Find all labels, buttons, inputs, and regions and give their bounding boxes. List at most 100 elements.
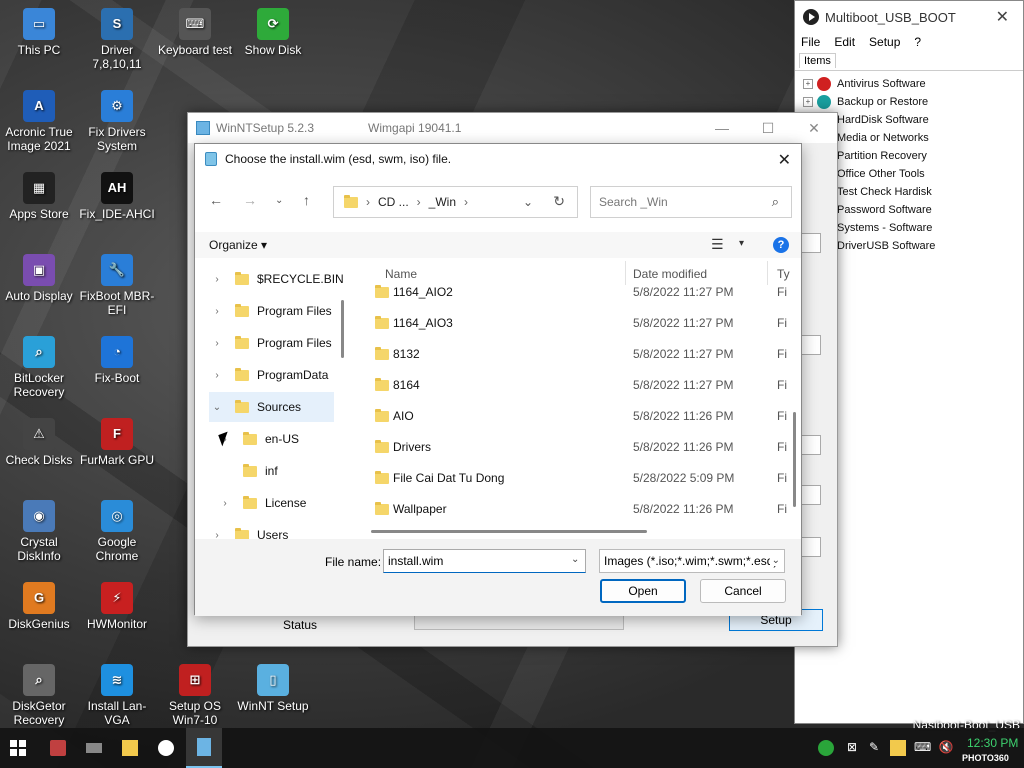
multiboot-close-icon[interactable]: ✕: [996, 7, 1009, 27]
windows-start-icon[interactable]: [10, 740, 26, 756]
breadcrumb-cd[interactable]: CD ...: [378, 195, 409, 209]
desktop-icon[interactable]: ▯ WinNT Setup: [234, 664, 312, 713]
tray-volume-icon[interactable]: 🔇: [938, 740, 954, 756]
nav-item[interactable]: inf: [217, 456, 278, 486]
desktop-icon[interactable]: ⌕ BitLocker Recovery: [0, 336, 78, 399]
cancel-button[interactable]: Cancel: [700, 579, 786, 603]
chevron-icon[interactable]: ⌄: [209, 402, 225, 413]
tab-items[interactable]: Items: [799, 53, 836, 68]
recent-locations-icon[interactable]: ⌄: [275, 195, 283, 206]
file-row[interactable]: 1164_AIO3 5/8/2022 11:27 PM Fi: [351, 308, 791, 339]
desktop-icon[interactable]: ◎ Google Chrome: [78, 500, 156, 563]
navigation-scrollbar[interactable]: [341, 300, 344, 358]
desktop-icon[interactable]: ▭ This PC: [0, 8, 78, 57]
file-list-vertical-scrollbar[interactable]: [793, 412, 796, 507]
winntsetup-titlebar[interactable]: WinNTSetup 5.2.3 Wimgapi 19041.1 — ☐ ✕: [188, 113, 837, 143]
desktop-icon[interactable]: ◉ Crystal DiskInfo: [0, 500, 78, 563]
nav-item[interactable]: › Users: [209, 520, 288, 540]
file-row[interactable]: AIO 5/8/2022 11:26 PM Fi: [351, 401, 791, 432]
file-row[interactable]: Wallpaper 5/8/2022 11:26 PM Fi: [351, 494, 791, 525]
view-options-icon[interactable]: ☰: [711, 236, 724, 253]
tray-tool-icon[interactable]: ✎: [866, 740, 882, 756]
expand-icon[interactable]: +: [803, 79, 813, 89]
navigation-pane: › $RECYCLE.BIN › Program Files › Program File…: [209, 264, 349, 540]
tree-item[interactable]: + Backup or Restore: [803, 93, 1021, 111]
dialog-close-icon[interactable]: ✕: [778, 150, 791, 170]
nav-item[interactable]: › Program Files: [209, 296, 332, 326]
filetype-select[interactable]: Images (*.iso;*.wim;*.swm;*.esd) ⌄: [599, 549, 785, 573]
desktop-icon[interactable]: ▦ Apps Store: [0, 172, 78, 221]
nav-item[interactable]: › $RECYCLE.BIN: [209, 264, 344, 294]
media-player-icon[interactable]: [158, 740, 174, 756]
nav-item[interactable]: › License: [217, 488, 306, 518]
menu-edit[interactable]: Edit: [834, 35, 855, 51]
nav-item[interactable]: › ProgramData: [209, 360, 328, 390]
desktop-icon-label: Apps Store: [9, 207, 69, 221]
maximize-icon[interactable]: ☐: [745, 113, 791, 143]
file-row[interactable]: File Cai Dat Tu Dong 5/28/2022 5:09 PM Fi: [351, 463, 791, 494]
up-arrow-icon[interactable]: ↑: [303, 192, 310, 208]
chevron-icon[interactable]: ›: [209, 274, 225, 285]
file-list-horizontal-scrollbar[interactable]: [371, 530, 647, 533]
desktop-icon[interactable]: G DiskGenius: [0, 582, 78, 631]
expand-icon[interactable]: +: [803, 97, 813, 107]
desktop-icon[interactable]: ⚠ Check Disks: [0, 418, 78, 467]
tree-item-label: Partition Recovery: [837, 150, 927, 162]
file-explorer-icon[interactable]: [122, 740, 138, 756]
tray-network-icon[interactable]: ⊠: [844, 740, 860, 756]
file-row[interactable]: Drivers 5/8/2022 11:26 PM Fi: [351, 432, 791, 463]
keyboard-icon[interactable]: [86, 743, 102, 753]
file-row[interactable]: 8164 5/8/2022 11:27 PM Fi: [351, 370, 791, 401]
view-dropdown-icon[interactable]: ▾: [739, 238, 744, 249]
desktop-icon[interactable]: F FurMark GPU: [78, 418, 156, 467]
minimize-icon[interactable]: —: [699, 113, 745, 143]
chevron-icon[interactable]: ›: [209, 370, 225, 381]
address-bar[interactable]: › CD ... › _Win › ⌄ ↻: [333, 186, 578, 218]
desktop-icon[interactable]: ≋ Install Lan-VGA: [78, 664, 156, 727]
desktop-icon[interactable]: ▣ Auto Display: [0, 254, 78, 303]
refresh-icon[interactable]: ↻: [553, 193, 565, 210]
desktop-icon[interactable]: ⚡ HWMonitor: [78, 582, 156, 631]
menu-setup[interactable]: Setup: [869, 35, 900, 51]
close-icon[interactable]: ✕: [791, 113, 837, 143]
winntsetup-taskbar-button[interactable]: [186, 728, 222, 768]
taskbar-app1-icon[interactable]: [50, 740, 66, 756]
nav-item[interactable]: ⌄ Sources: [209, 392, 334, 422]
search-box[interactable]: Search _Win ⌕: [590, 186, 792, 218]
desktop-icon[interactable]: 🔧 FixBoot MBR-EFI: [78, 254, 156, 317]
desktop-icon[interactable]: ⟳ Show Disk: [234, 8, 312, 57]
tray-folder-icon[interactable]: [890, 740, 906, 756]
desktop-icon[interactable]: ⌨ Keyboard test: [156, 8, 234, 57]
desktop-icon[interactable]: ◔ Fix-Boot: [78, 336, 156, 385]
desktop-icon[interactable]: ⚙ Fix Drivers System: [78, 90, 156, 153]
desktop-icon[interactable]: A Acronic True Image 2021: [0, 90, 78, 153]
address-dropdown-icon[interactable]: ⌄: [523, 195, 533, 209]
file-row[interactable]: 1164_AIO2 5/8/2022 11:27 PM Fi: [351, 277, 791, 308]
file-row[interactable]: 8132 5/8/2022 11:27 PM Fi: [351, 339, 791, 370]
filename-dropdown-icon[interactable]: ⌄: [571, 554, 579, 565]
taskbar-clock[interactable]: 12:30 PM: [967, 736, 1018, 750]
tree-item[interactable]: + Antivirus Software: [803, 75, 1021, 93]
nav-item[interactable]: › Program Files: [209, 328, 332, 358]
dialog-titlebar[interactable]: Choose the install.wim (esd, swm, iso) f…: [195, 144, 801, 174]
menu-file[interactable]: File: [801, 35, 820, 51]
desktop-icon[interactable]: ⌕ DiskGetor Recovery: [0, 664, 78, 727]
forward-arrow-icon[interactable]: →: [243, 192, 257, 208]
back-arrow-icon[interactable]: ←: [209, 192, 223, 208]
tray-keyboard-icon[interactable]: ⌨: [914, 740, 931, 756]
multiboot-titlebar[interactable]: Multiboot_USB_BOOT: [795, 1, 1023, 33]
help-icon[interactable]: ?: [773, 237, 789, 253]
breadcrumb-win[interactable]: _Win: [429, 195, 456, 209]
desktop-icon[interactable]: AH Fix_IDE-AHCI: [78, 172, 156, 221]
open-button[interactable]: Open: [600, 579, 686, 603]
chevron-icon[interactable]: ›: [209, 306, 225, 317]
chevron-icon[interactable]: ›: [217, 498, 233, 509]
filename-input[interactable]: [383, 549, 586, 573]
chevron-icon[interactable]: ›: [209, 338, 225, 349]
menu-help[interactable]: ?: [914, 35, 921, 51]
organize-menu[interactable]: Organize ▾: [209, 238, 267, 252]
desktop-icon[interactable]: ⊞ Setup OS Win7-10: [156, 664, 234, 727]
search-icon[interactable]: ⌕: [772, 194, 779, 210]
desktop-icon[interactable]: S Driver 7,8,10,11: [78, 8, 156, 71]
tray-play-icon[interactable]: [818, 740, 834, 756]
